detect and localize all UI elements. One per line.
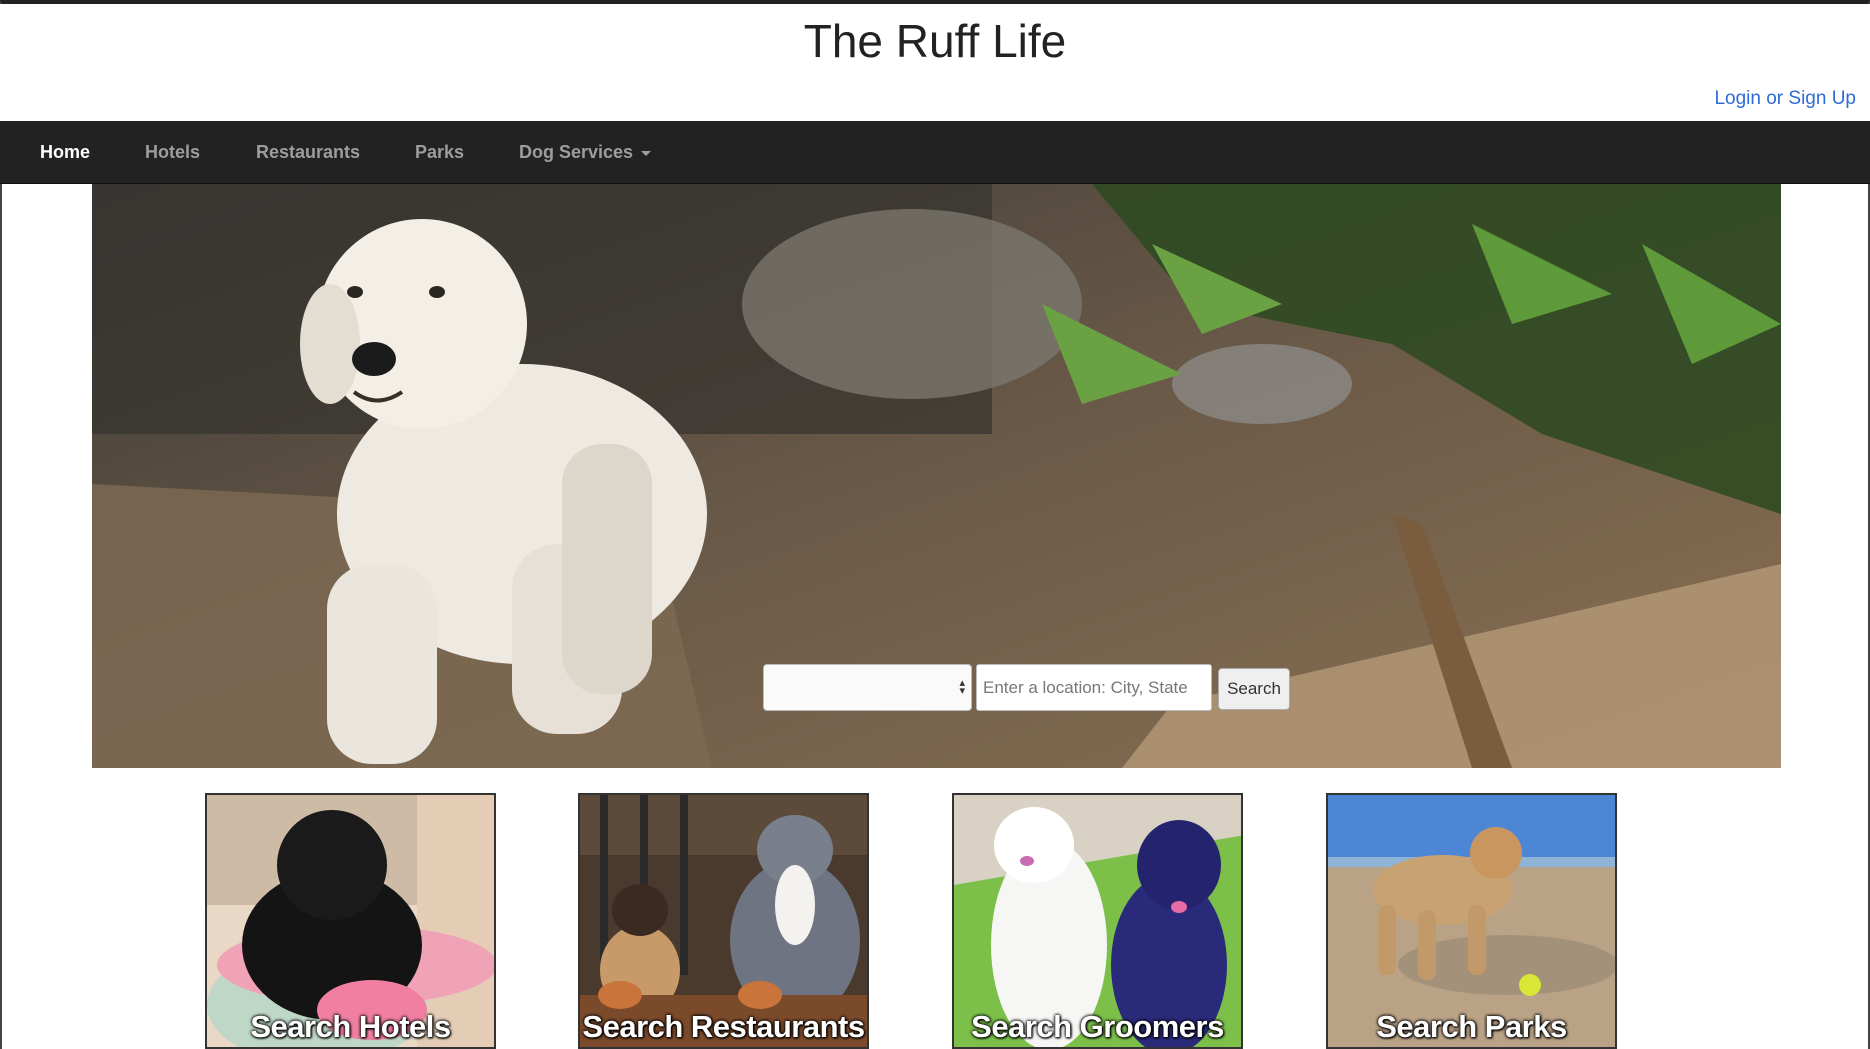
tile-label-hotels: Search Hotels [250, 1009, 451, 1044]
tile-label-groomers: Search Groomers [971, 1009, 1224, 1044]
site-title: The Ruff Life [803, 15, 1067, 67]
tile-search-restaurants[interactable]: Search Restaurants [578, 793, 869, 1049]
main-navbar: Home Hotels Restaurants Parks Dog Servic… [0, 121, 1870, 184]
hero-banner: ▴▾ Search [92, 184, 1781, 768]
tile-search-hotels[interactable]: Search Hotels [205, 793, 496, 1049]
site-header: The Ruff Life Login or Sign Up [0, 4, 1870, 121]
nav-dog-services-label: Dog Services [519, 142, 634, 162]
tile-label-parks: Search Parks [1376, 1009, 1567, 1044]
login-signup-link[interactable]: Login or Sign Up [1714, 88, 1856, 110]
category-select[interactable]: ▴ ▾ [763, 664, 972, 711]
nav-home[interactable]: Home [40, 121, 90, 184]
tile-label-restaurants: Search Restaurants [582, 1009, 865, 1044]
search-button[interactable]: Search [1218, 668, 1290, 710]
nav-hotels[interactable]: Hotels [145, 121, 200, 184]
location-input[interactable] [976, 664, 1212, 711]
nav-restaurants[interactable]: Restaurants [256, 121, 360, 184]
tile-search-parks[interactable]: Search Parks [1326, 793, 1617, 1049]
chevron-down-icon [641, 150, 652, 156]
nav-parks[interactable]: Parks [415, 121, 464, 184]
nav-dog-services-dropdown[interactable]: Dog Services [519, 121, 652, 184]
select-arrows-icon: ▴ ▾ [959, 677, 965, 697]
tile-search-groomers[interactable]: Search Groomers [952, 793, 1243, 1049]
